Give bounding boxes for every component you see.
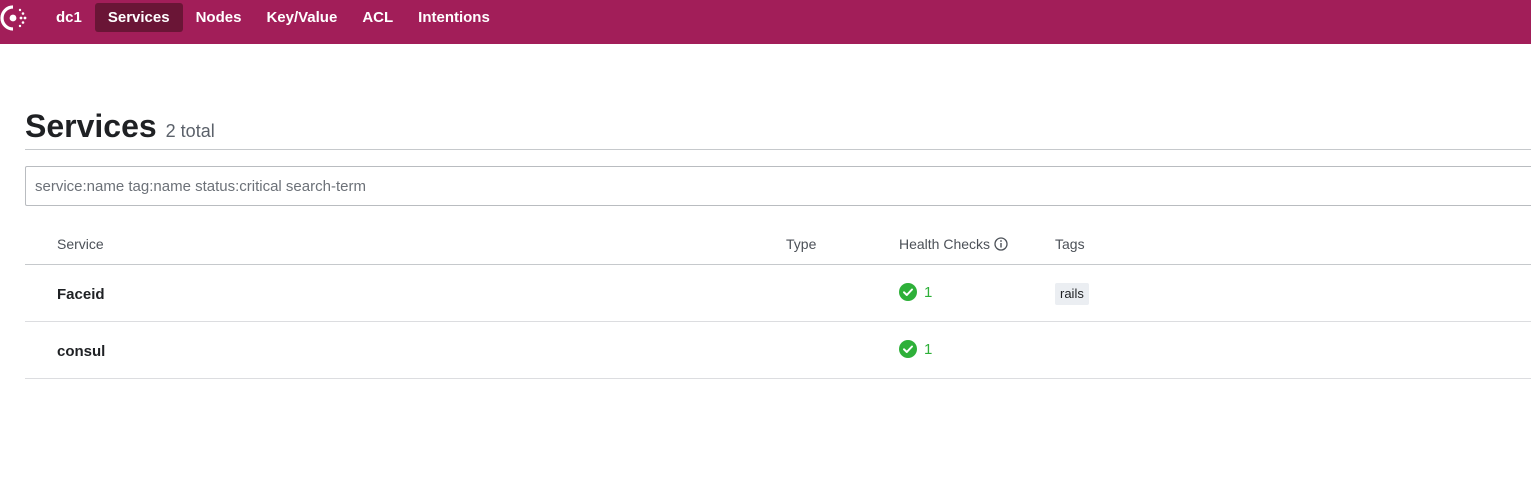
- check-circle-icon: [899, 340, 917, 358]
- services-table: Service Type Health Checks Tags Faceid 1…: [25, 223, 1531, 379]
- service-name-link[interactable]: Faceid: [57, 286, 105, 303]
- column-header-health-checks: Health Checks: [899, 236, 1008, 252]
- check-circle-icon: [899, 283, 917, 301]
- nav-item-intentions[interactable]: Intentions: [406, 3, 502, 32]
- table-row[interactable]: Faceid 1 rails: [25, 265, 1531, 322]
- page-title: Services: [25, 108, 157, 144]
- health-passing-count: 1: [924, 340, 933, 358]
- health-checks-cell: 1: [899, 283, 932, 301]
- datacenter-selector[interactable]: dc1: [44, 3, 94, 32]
- nav-item-key-value[interactable]: Key/Value: [254, 3, 349, 32]
- column-header-health-checks-label: Health Checks: [899, 236, 991, 252]
- table-row[interactable]: consul 1: [25, 322, 1531, 379]
- header-divider: [25, 149, 1531, 150]
- nav-item-nodes[interactable]: Nodes: [184, 3, 254, 32]
- column-header-type: Type: [786, 236, 817, 252]
- column-header-tags: Tags: [1055, 236, 1085, 252]
- info-icon[interactable]: [994, 237, 1008, 251]
- health-checks-cell: 1: [899, 340, 932, 358]
- top-navigation-bar: dc1 Services Nodes Key/Value ACL Intenti…: [0, 0, 1531, 44]
- tag-badge: rails: [1055, 283, 1089, 305]
- main-nav: dc1 Services Nodes Key/Value ACL Intenti…: [44, 3, 503, 32]
- consul-logo-icon[interactable]: [0, 4, 32, 32]
- nav-item-services[interactable]: Services: [94, 3, 183, 32]
- table-header: Service Type Health Checks Tags: [25, 223, 1531, 265]
- service-name-link[interactable]: consul: [57, 343, 105, 360]
- health-passing-count: 1: [924, 283, 933, 301]
- services-total-count: 2 total: [165, 121, 215, 141]
- page-header: Services 2 total: [25, 108, 215, 145]
- nav-item-acl[interactable]: ACL: [350, 3, 405, 32]
- column-header-service: Service: [57, 236, 104, 252]
- tags-cell: rails: [1055, 283, 1089, 305]
- search-input[interactable]: [25, 166, 1531, 206]
